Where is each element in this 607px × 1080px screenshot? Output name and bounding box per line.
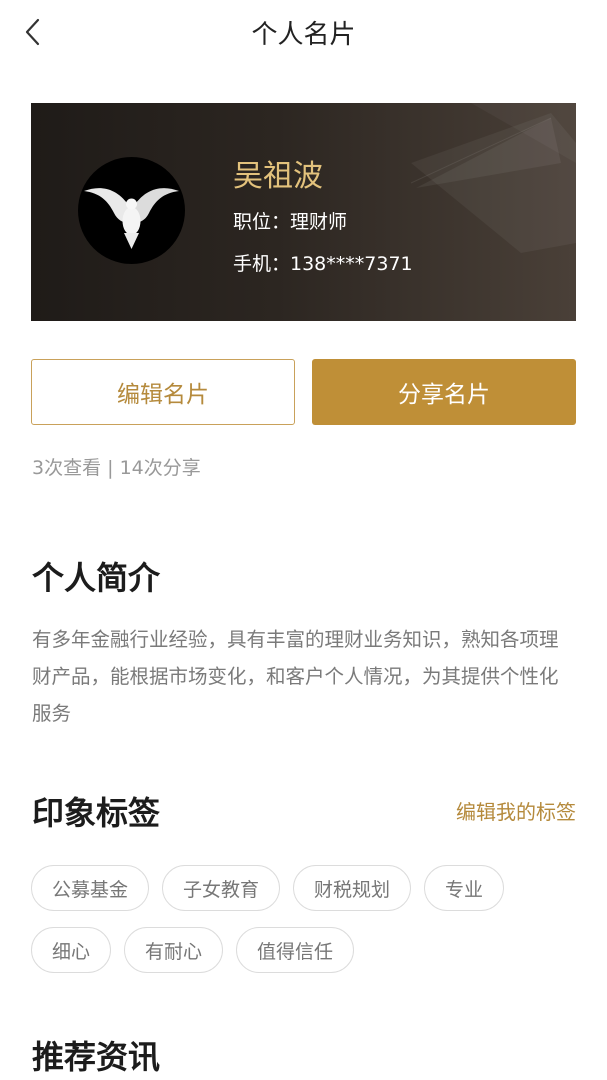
intro-title: 个人简介: [32, 559, 161, 597]
card-phone: 手机：138****7371: [233, 253, 413, 275]
view-share-stats: 3次查看 | 14次分享: [32, 457, 201, 479]
edit-tags-link[interactable]: 编辑我的标签: [456, 796, 576, 825]
card-name: 吴祖波: [233, 159, 323, 194]
tag-chip[interactable]: 公募基金: [31, 865, 150, 911]
page-title: 个人名片: [251, 20, 356, 50]
edit-card-button[interactable]: 编辑名片: [31, 359, 295, 425]
avatar: [78, 157, 185, 264]
news-title: 推荐资讯: [32, 1038, 161, 1076]
tag-chip[interactable]: 值得信任: [236, 927, 355, 973]
tags-title: 印象标签: [32, 794, 161, 832]
intro-text: 有多年金融行业经验，具有丰富的理财业务知识，熟知各项理财产品，能根据市场变化，和…: [32, 628, 559, 725]
card-position: 职位：理财师: [233, 211, 348, 233]
share-card-button[interactable]: 分享名片: [312, 359, 576, 425]
dove-icon: [84, 188, 179, 249]
tag-chip[interactable]: 财税规划: [293, 865, 412, 911]
tag-list: 公募基金 子女教育 财税规划 专业 细心 有耐心 值得信任: [31, 865, 551, 973]
business-card: 吴祖波 职位：理财师 手机：138****7371: [31, 103, 576, 321]
header: 个人名片: [0, 0, 607, 64]
tag-chip[interactable]: 子女教育: [162, 865, 281, 911]
tag-chip[interactable]: 细心: [31, 927, 112, 973]
tag-chip[interactable]: 有耐心: [124, 927, 224, 973]
tag-chip[interactable]: 专业: [424, 865, 505, 911]
